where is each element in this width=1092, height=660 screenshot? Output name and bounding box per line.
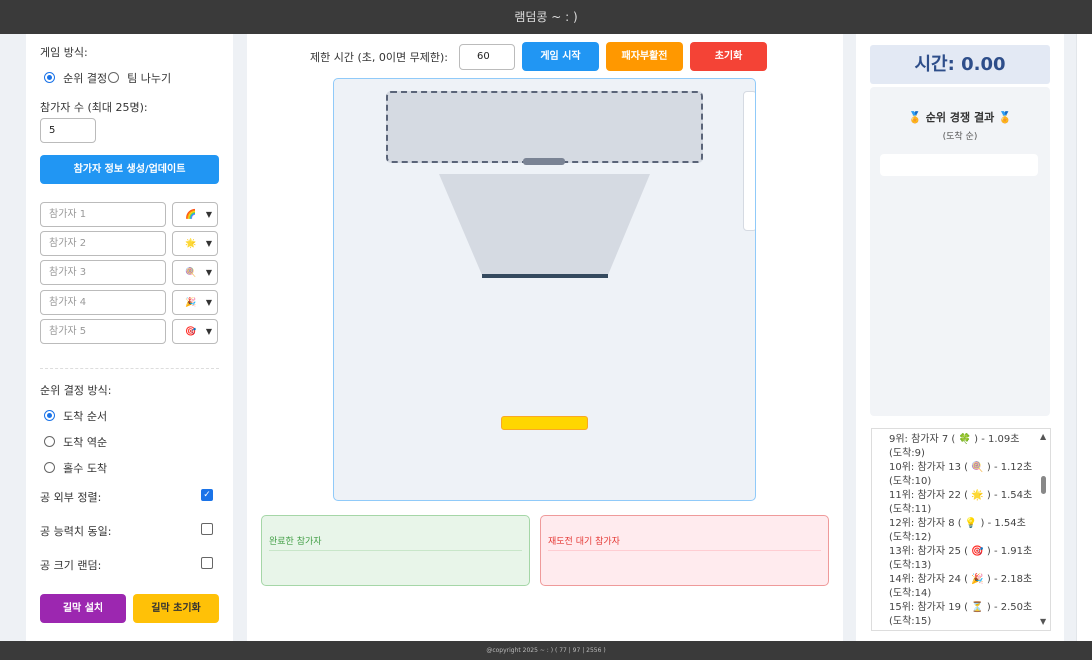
option-sort-checkbox[interactable]: ✓ <box>201 489 213 501</box>
option-random-size-checkbox[interactable] <box>201 557 213 569</box>
list-item: 9위: 참가자 7 ( 🍀 ) - 1.09초 (도착:9) <box>889 434 1020 459</box>
rank-history-list[interactable]: 9위: 참가자 7 ( 🍀 ) - 1.09초 (도착:9) 10위: 참가자 1… <box>871 428 1051 631</box>
results-list <box>880 154 1038 176</box>
results-subtitle: (도착 순) <box>942 132 978 142</box>
side-rail <box>743 91 755 231</box>
funnel-exit <box>482 274 608 278</box>
list-item: 13위: 참가자 25 ( 🎯 ) - 1.91초 (도착:13) <box>889 546 1033 571</box>
results-title: 🏅 순위 경쟁 결과 🏅 <box>908 111 1012 124</box>
chevron-down-icon: ▼ <box>205 210 212 219</box>
revive-round-button[interactable]: 패자부활전 <box>606 42 683 71</box>
rank-method-arrival-radio[interactable]: 도착 순서 <box>44 405 107 424</box>
reset-button[interactable]: 초기화 <box>690 42 767 71</box>
chevron-down-icon: ▼ <box>205 268 212 277</box>
start-zone <box>386 91 703 163</box>
option-random-size-label: 공 크기 랜덤: <box>40 559 102 572</box>
rank-items: 9위: 참가자 7 ( 🍀 ) - 1.09초 (도착:9) 10위: 참가자 1… <box>889 433 1032 629</box>
time-limit-input[interactable]: 60 <box>459 44 515 70</box>
rank-list-scrollbar[interactable]: ▲ ▼ <box>1036 428 1051 631</box>
mode-rank-radio[interactable]: 순위 결정 <box>44 67 107 86</box>
start-game-button[interactable]: 게임 시작 <box>522 42 599 71</box>
chevron-down-icon: ▼ <box>205 298 212 307</box>
rank-method-odd-radio[interactable]: 홀수 도착 <box>44 457 107 476</box>
list-item: 11위: 참가자 22 ( 🌟 ) - 1.54초 (도착:11) <box>889 490 1033 515</box>
waiting-participants-box: 재도전 대기 참가자 <box>540 515 829 586</box>
game-arena[interactable] <box>333 78 756 501</box>
participant-emoji-select[interactable]: 🌈 ▼ <box>172 202 218 227</box>
chevron-down-icon: ▼ <box>205 327 212 336</box>
radio-icon <box>44 436 55 447</box>
goal-platform <box>501 416 588 430</box>
generate-participants-button[interactable]: 참가자 정보 생성/업데이트 <box>40 155 219 184</box>
chevron-down-icon: ▼ <box>205 239 212 248</box>
list-item: 15위: 참가자 19 ( ⏳ ) - 2.50초 (도착:15) <box>889 602 1033 627</box>
participant-emoji-select[interactable]: 🎯 ▼ <box>172 319 218 344</box>
list-item: 10위: 참가자 13 ( 🍭 ) - 1.12초 (도착:10) <box>889 462 1033 487</box>
page-scrollbar[interactable] <box>1076 34 1092 641</box>
participant-name-input[interactable]: 참가자 4 <box>40 290 166 315</box>
copyright-text: @copyright 2025 ~ : ) ( 77 | 97 | 2556 ) <box>486 647 606 654</box>
option-equal-checkbox[interactable] <box>201 523 213 535</box>
participant-count-input[interactable]: 5 <box>40 118 96 143</box>
footer: @copyright 2025 ~ : ) ( 77 | 97 | 2556 ) <box>0 641 1092 660</box>
list-item: 14위: 참가자 24 ( 🎉 ) - 2.18초 (도착:14) <box>889 574 1033 599</box>
radio-selected-icon <box>44 72 55 83</box>
rank-method-reverse-radio[interactable]: 도착 역순 <box>44 431 107 450</box>
scroll-down-icon[interactable]: ▼ <box>1040 617 1046 626</box>
install-block-button[interactable]: 길막 설치 <box>40 594 126 623</box>
participant-name-input[interactable]: 참가자 1 <box>40 202 166 227</box>
app-title: 램덤콩 ~ : ) <box>514 10 578 24</box>
results-card: 🏅 순위 경쟁 결과 🏅 (도착 순) <box>870 87 1050 416</box>
scroll-up-icon[interactable]: ▲ <box>1040 432 1046 441</box>
list-item: 12위: 참가자 8 ( 💡 ) - 1.54초 (도착:12) <box>889 518 1026 543</box>
release-gate <box>523 158 565 165</box>
waiting-label: 재도전 대기 참가자 <box>548 537 620 547</box>
participant-name-input[interactable]: 참가자 3 <box>40 260 166 285</box>
option-sort-label: 공 외부 정렬: <box>40 491 102 504</box>
game-mode-label: 게임 방식: <box>40 46 88 59</box>
funnel-body <box>439 174 650 275</box>
section-divider <box>40 368 219 369</box>
participant-emoji-select[interactable]: 🍭 ▼ <box>172 260 218 285</box>
radio-icon <box>44 462 55 473</box>
time-limit-label: 제한 시간 (초, 0이면 무제한): <box>310 51 448 64</box>
participant-name-input[interactable]: 참가자 5 <box>40 319 166 344</box>
participant-emoji-select[interactable]: 🌟 ▼ <box>172 231 218 256</box>
scroll-thumb[interactable] <box>1041 476 1046 494</box>
game-timer: 시간: 0.00 <box>870 45 1050 84</box>
app-title-bar: 램덤콩 ~ : ) <box>0 0 1092 34</box>
completed-label: 완료한 참가자 <box>269 537 322 547</box>
divider <box>269 550 522 551</box>
participant-emoji-select[interactable]: 🎉 ▼ <box>172 290 218 315</box>
divider <box>548 550 821 551</box>
participant-name-input[interactable]: 참가자 2 <box>40 231 166 256</box>
radio-selected-icon <box>44 410 55 421</box>
mode-team-radio[interactable]: 팀 나누기 <box>108 67 171 86</box>
option-equal-label: 공 능력치 동일: <box>40 525 112 538</box>
participant-count-label: 참가자 수 (최대 25명): <box>40 101 148 114</box>
rank-method-label: 순위 결정 방식: <box>40 384 112 397</box>
funnel <box>439 174 650 278</box>
radio-icon <box>108 72 119 83</box>
completed-participants-box: 완료한 참가자 <box>261 515 530 586</box>
reset-block-button[interactable]: 길막 초기화 <box>133 594 219 623</box>
